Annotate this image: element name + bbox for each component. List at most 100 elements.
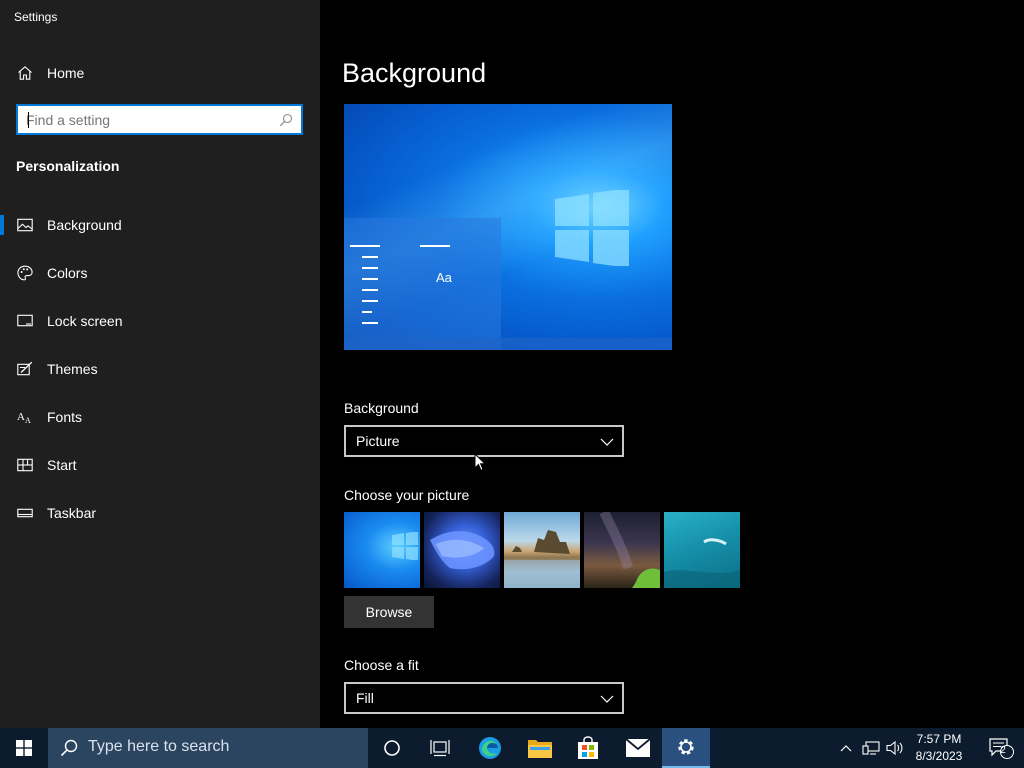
sidebar-item-label: Taskbar (47, 505, 97, 521)
sidebar: Home Personalization Background C (0, 0, 320, 728)
preview-start-menu (344, 218, 501, 350)
task-view-button[interactable] (416, 728, 464, 768)
cortana-button[interactable] (368, 728, 416, 768)
sidebar-item-label: Background (47, 217, 122, 233)
taskbar-icon (17, 508, 33, 518)
background-preview: Aa (344, 104, 672, 350)
sidebar-item-background[interactable]: Background (0, 205, 320, 245)
image-icon (17, 218, 33, 232)
preview-line (362, 300, 378, 302)
lock-screen-icon (17, 314, 33, 327)
start-icon (17, 458, 33, 472)
taskbar-search-placeholder: Type here to search (88, 738, 230, 755)
svg-text:A: A (17, 411, 25, 423)
preview-line (362, 256, 378, 258)
taskbar-search-box[interactable]: Type here to search (48, 728, 368, 768)
search-icon (60, 739, 78, 757)
sidebar-item-label: Themes (47, 361, 98, 377)
store-bag-icon (578, 736, 598, 759)
cortana-circle-icon (384, 740, 400, 756)
picture-thumbnail-windows[interactable] (344, 512, 420, 588)
choose-picture-label: Choose your picture (344, 487, 470, 503)
window-title: Settings (14, 10, 58, 24)
file-explorer-button[interactable] (516, 728, 564, 768)
preview-line (362, 322, 378, 324)
start-button[interactable] (0, 728, 48, 768)
background-label: Background (344, 400, 419, 416)
home-nav-item[interactable]: Home (0, 57, 320, 89)
taskbar: Type here to search 7:57 PM 8/3/2023 2 (0, 728, 1024, 768)
preview-line (362, 267, 378, 269)
preview-line (350, 245, 380, 247)
settings-window: Home Personalization Background C (0, 0, 1024, 728)
preview-sample-text: Aa (436, 270, 452, 285)
mail-envelope-icon (625, 738, 651, 757)
svg-text:A: A (25, 416, 31, 425)
sidebar-item-start[interactable]: Start (0, 445, 320, 485)
active-indicator (0, 215, 4, 235)
sidebar-item-fonts[interactable]: A A Fonts (0, 397, 320, 437)
sidebar-item-label: Lock screen (47, 313, 123, 329)
sidebar-item-taskbar[interactable]: Taskbar (0, 493, 320, 533)
action-center-button[interactable]: 2 (978, 728, 1024, 768)
underwater-swimmer-image (664, 538, 740, 588)
sidebar-item-label: Fonts (47, 409, 83, 425)
task-view-icon (430, 740, 450, 757)
background-type-value: Picture (356, 433, 400, 449)
chevron-down-icon (600, 438, 614, 446)
clock-time: 7:57 PM (916, 732, 962, 746)
network-icon (862, 741, 880, 755)
volume-button[interactable] (884, 728, 906, 768)
themes-icon (17, 361, 33, 376)
picture-thumbnail-beach[interactable] (504, 512, 580, 588)
fit-dropdown[interactable]: Fill (344, 682, 624, 714)
picture-thumbnail-abstract[interactable] (424, 512, 500, 588)
speaker-volume-icon (886, 740, 903, 756)
windows-logo-icon (555, 190, 629, 266)
find-setting-search-box[interactable] (16, 104, 303, 135)
section-title-personalization: Personalization (16, 158, 120, 174)
chevron-up-icon (840, 745, 852, 752)
sidebar-item-lock-screen[interactable]: Lock screen (0, 301, 320, 341)
fit-value: Fill (356, 690, 374, 706)
windows-logo-icon (392, 532, 418, 560)
picture-thumbnails (344, 512, 744, 588)
choose-fit-label: Choose a fit (344, 657, 419, 673)
browse-button[interactable]: Browse (344, 596, 434, 628)
network-button[interactable] (860, 728, 882, 768)
sidebar-item-label: Start (47, 457, 77, 473)
preview-line (420, 245, 450, 247)
night-sky-image (599, 512, 660, 588)
clock-date: 8/3/2023 (915, 749, 963, 763)
windows-start-icon (16, 740, 32, 756)
text-caret (28, 112, 29, 128)
folder-icon (528, 740, 552, 758)
settings-taskbar-button[interactable] (662, 728, 710, 768)
preview-line (362, 278, 378, 280)
search-icon[interactable] (279, 113, 293, 127)
taskbar-clock[interactable]: 7:57 PM 8/3/2023 (908, 731, 970, 765)
palette-icon (17, 265, 33, 281)
preview-line (362, 311, 372, 313)
home-label: Home (47, 65, 85, 81)
picture-thumbnail-night-sky[interactable] (584, 512, 660, 588)
preview-taskbar (344, 338, 672, 350)
abstract-shape-icon (430, 531, 495, 570)
mail-button[interactable] (614, 728, 662, 768)
home-icon (18, 66, 32, 80)
edge-browser-button[interactable] (466, 728, 514, 768)
gear-icon (678, 739, 694, 755)
beach-rocks-image (504, 530, 580, 588)
microsoft-store-button[interactable] (564, 728, 612, 768)
sidebar-item-label: Colors (47, 265, 88, 281)
edge-browser-icon (479, 737, 501, 759)
fonts-icon: A A (17, 411, 31, 425)
sidebar-item-themes[interactable]: Themes (0, 349, 320, 389)
picture-thumbnail-underwater[interactable] (664, 512, 740, 588)
show-hidden-icons-button[interactable] (836, 728, 856, 768)
preview-line (362, 289, 378, 291)
sidebar-item-colors[interactable]: Colors (0, 253, 320, 293)
chevron-down-icon (600, 695, 614, 703)
notification-count-badge: 2 (1000, 745, 1006, 756)
find-setting-input[interactable] (26, 111, 276, 129)
